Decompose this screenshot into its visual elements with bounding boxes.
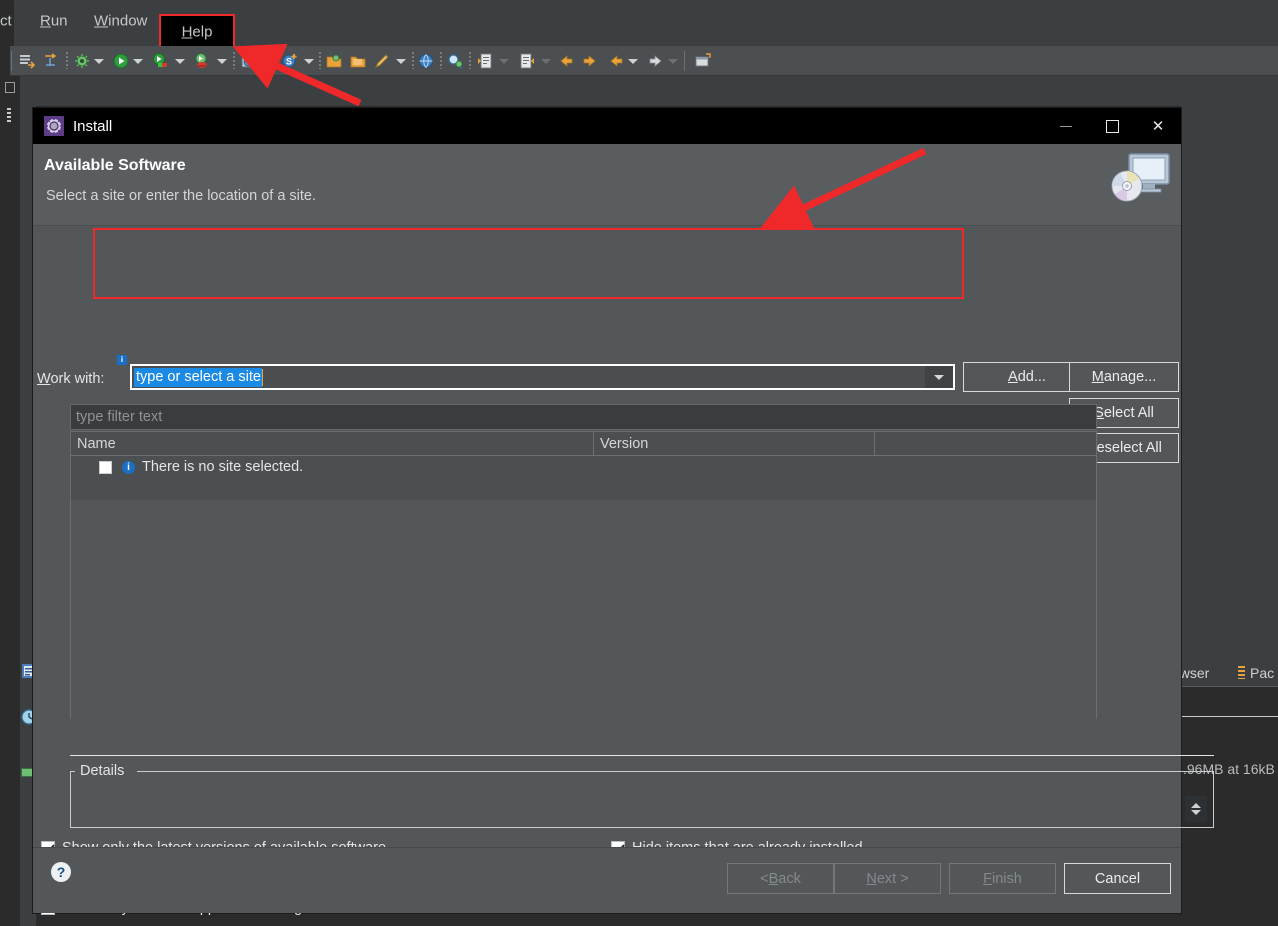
dialog-content: Work with: i type or select a site Add..… — [33, 226, 1214, 916]
monitor-cd-icon — [1103, 150, 1175, 212]
dialog-banner: Available Software Select a site or ente… — [33, 144, 1181, 226]
open-type-icon[interactable] — [326, 53, 342, 69]
chevron-down-icon — [1191, 810, 1201, 815]
run-external-tools-icon[interactable] — [194, 53, 210, 69]
table-row[interactable]: i There is no site selected. — [71, 456, 1096, 478]
export-list-icon[interactable] — [19, 53, 36, 69]
page-subtitle: Select a site or enter the location of a… — [46, 188, 317, 204]
next-button[interactable]: Next > — [834, 863, 941, 894]
help-question-icon[interactable]: ? — [51, 862, 71, 882]
screen-root: owser Pac .96MB at 16kB ct Run Window He… — [0, 0, 1278, 926]
divider — [1181, 716, 1278, 717]
filter-input[interactable]: type filter text — [70, 404, 1097, 430]
work-with-label: Work with: — [37, 371, 105, 387]
filter-placeholder: type filter text — [76, 409, 163, 425]
grip-icon — [1238, 666, 1245, 679]
run-configurations-icon[interactable] — [152, 53, 168, 69]
content-separator — [70, 755, 1214, 756]
toolbar-left-edge — [0, 46, 10, 76]
search-icon[interactable] — [447, 53, 463, 69]
table-empty-area — [71, 500, 1096, 738]
text-caret — [261, 368, 263, 386]
svg-text:S: S — [286, 57, 292, 67]
manage-sites-button[interactable]: Manage... — [1069, 362, 1179, 392]
work-with-combo[interactable]: type or select a site — [130, 364, 955, 390]
table-body: i There is no site selected. — [71, 456, 1096, 738]
window-controls[interactable]: ✕ — [1043, 108, 1181, 144]
ide-tab-package-label[interactable]: Pac — [1250, 665, 1274, 681]
ide-editor-tabbar — [0, 76, 1278, 106]
ide-left-gutter — [0, 76, 20, 926]
row-label: There is no site selected. — [142, 459, 304, 475]
details-group — [70, 771, 1214, 828]
dialog-footer: ? < Back Next > Finish Cancel — [33, 847, 1181, 913]
previous-annotation-dropdown-arrow[interactable] — [541, 59, 551, 64]
work-with-value: type or select a site — [134, 367, 262, 387]
previous-edit-dropdown-arrow[interactable] — [628, 59, 638, 64]
info-icon: i — [122, 460, 135, 474]
work-with-dropdown-button[interactable] — [925, 366, 953, 388]
column-header-version[interactable]: Version — [594, 432, 875, 455]
row-checkbox[interactable] — [99, 460, 112, 474]
chevron-up-icon — [1191, 803, 1201, 808]
previous-annotation-icon[interactable] — [519, 53, 535, 69]
menu-help-highlight[interactable]: Help — [159, 14, 235, 50]
dialog-title: Install — [73, 117, 113, 135]
run-dropdown-arrow[interactable] — [133, 59, 143, 64]
next-edit-dropdown-arrow[interactable] — [668, 59, 678, 64]
ide-toolbar[interactable]: S — [0, 46, 1278, 76]
view-menu-icon[interactable] — [7, 108, 11, 122]
close-icon: ✕ — [1151, 117, 1165, 135]
divider — [1181, 686, 1278, 687]
menu-run[interactable]: Run — [40, 13, 68, 30]
details-spinner[interactable] — [1185, 796, 1207, 822]
install-gear-icon — [44, 116, 64, 136]
menu-help-label: Help — [181, 23, 213, 41]
dialog-titlebar[interactable]: Install ✕ — [33, 108, 1181, 144]
annotate-pencil-icon[interactable] — [374, 53, 390, 69]
next-annotation-icon[interactable] — [477, 53, 493, 69]
close-button[interactable]: ✕ — [1135, 108, 1181, 144]
previous-edit-icon[interactable] — [608, 53, 624, 69]
table-header-row: Name Version — [71, 432, 1096, 456]
install-dropdown-arrow[interactable] — [263, 59, 273, 64]
back-button[interactable]: < Back — [727, 863, 834, 894]
subclipse-dropdown-arrow[interactable] — [304, 59, 314, 64]
cancel-button[interactable]: Cancel — [1064, 863, 1171, 894]
back-history-icon[interactable] — [558, 53, 574, 69]
maximize-button[interactable] — [1089, 108, 1135, 144]
transform-icon[interactable] — [43, 53, 59, 69]
external-tools-dropdown-arrow[interactable] — [217, 59, 227, 64]
debug-dropdown-arrow[interactable] — [94, 59, 104, 64]
chevron-down-icon — [934, 374, 944, 380]
column-header-extra[interactable] — [875, 432, 1096, 455]
finish-button[interactable]: Finish — [949, 863, 1056, 894]
debug-icon[interactable] — [74, 53, 90, 69]
open-resource-icon[interactable] — [350, 53, 366, 69]
info-badge-icon: i — [117, 355, 127, 365]
details-legend: Details — [77, 763, 128, 779]
column-header-name[interactable]: Name — [71, 432, 594, 455]
run-config-dropdown-arrow[interactable] — [175, 59, 185, 64]
run-icon[interactable] — [113, 53, 129, 69]
web-browser-icon[interactable] — [418, 53, 434, 69]
minimize-button[interactable] — [1043, 108, 1089, 144]
annotate-dropdown-arrow[interactable] — [396, 59, 406, 64]
menu-window[interactable]: Window — [94, 13, 147, 30]
subclipse-icon[interactable]: S — [282, 53, 298, 69]
install-new-software-icon[interactable] — [241, 53, 257, 69]
next-edit-icon[interactable] — [648, 53, 664, 69]
minimize-view-icon[interactable] — [5, 82, 15, 93]
page-title: Available Software — [44, 157, 186, 174]
menu-project[interactable]: ct — [0, 13, 12, 30]
software-table[interactable]: Name Version i There is no site selected… — [70, 431, 1097, 738]
forward-history-icon[interactable] — [582, 53, 598, 69]
install-dialog: Install ✕ Available Software Select a si… — [33, 108, 1214, 916]
new-window-icon[interactable] — [695, 53, 711, 69]
next-annotation-dropdown-arrow[interactable] — [499, 59, 509, 64]
